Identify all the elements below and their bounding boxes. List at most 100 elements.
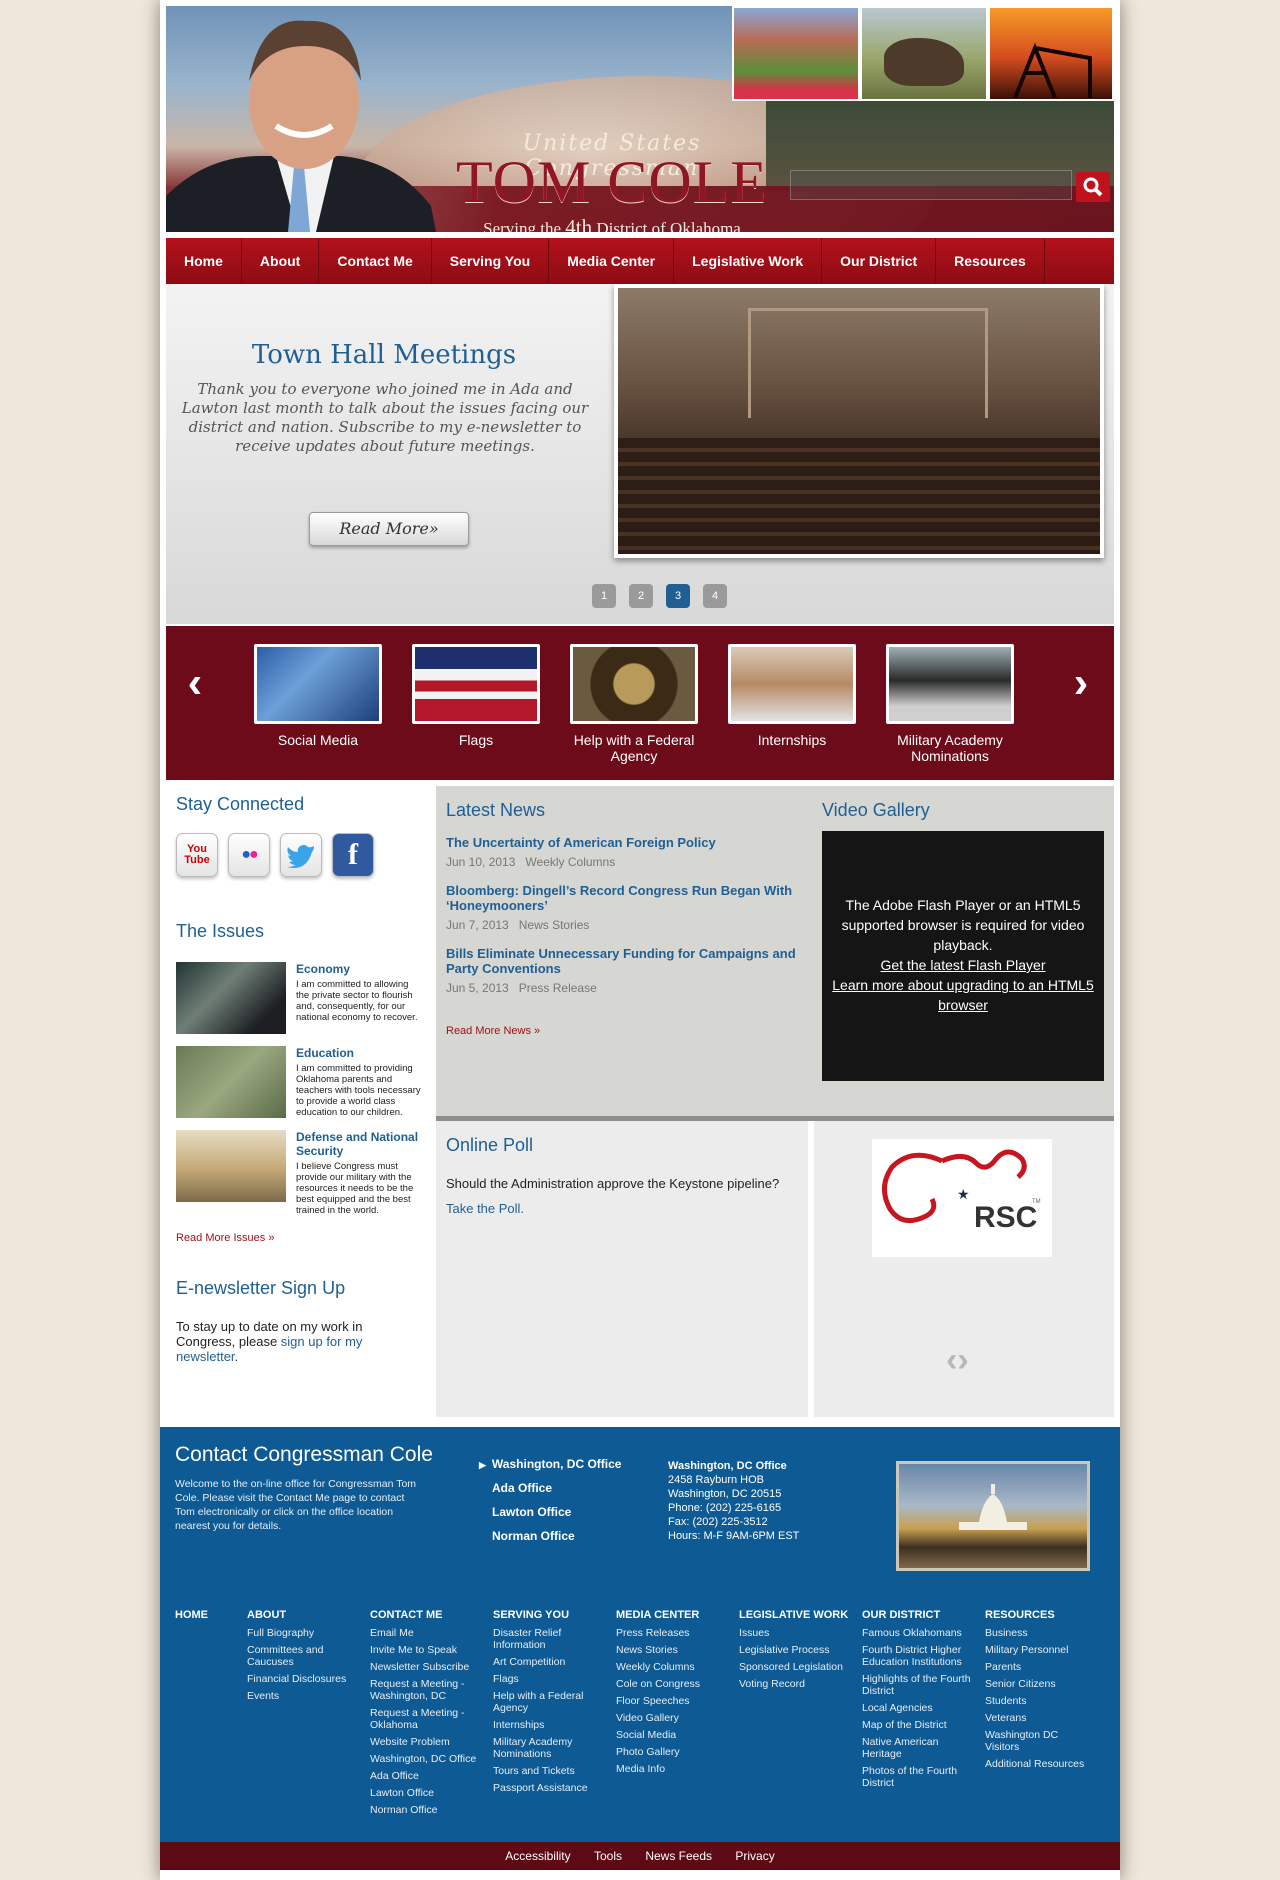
footer-link[interactable]: Passport Assistance xyxy=(493,1782,606,1794)
footer-link[interactable]: Military Personnel xyxy=(985,1644,1095,1656)
footer-link[interactable]: Tours and Tickets xyxy=(493,1765,606,1777)
nav-legislative-work[interactable]: Legislative Work xyxy=(674,238,823,284)
youtube-icon[interactable]: You Tube xyxy=(176,833,218,877)
slider-dot[interactable]: 4 xyxy=(703,584,727,608)
footer-link[interactable]: Students xyxy=(985,1695,1095,1707)
video-player[interactable]: The Adobe Flash Player or an HTML5 suppo… xyxy=(822,831,1104,1081)
carousel-item-flags[interactable]: Flags xyxy=(412,644,540,748)
footer-link[interactable]: Press Releases xyxy=(616,1627,729,1639)
issue-economy[interactable]: Economy I am committed to allowing the p… xyxy=(176,962,422,1034)
search-input[interactable] xyxy=(790,170,1072,200)
flickr-icon[interactable]: ● ● xyxy=(228,833,270,877)
nav-home[interactable]: Home xyxy=(166,238,242,284)
read-more-news-link[interactable]: Read More News » xyxy=(446,1025,540,1037)
carousel-item-federal-agency[interactable]: Help with a Federal Agency xyxy=(570,644,698,764)
nav-media-center[interactable]: Media Center xyxy=(549,238,675,284)
facebook-icon[interactable]: f xyxy=(332,833,374,877)
footer-link[interactable]: Washington, DC Office xyxy=(370,1753,483,1765)
privacy-link[interactable]: Privacy xyxy=(735,1849,774,1863)
footer-link[interactable]: Website Problem xyxy=(370,1736,483,1748)
nav-contact-me[interactable]: Contact Me xyxy=(319,238,432,284)
footer-link[interactable]: Military Academy Nominations xyxy=(493,1736,606,1760)
carousel-prev-icon[interactable]: ‹ xyxy=(180,658,210,708)
footer-col-head[interactable]: MEDIA CENTER xyxy=(616,1609,729,1621)
footer-link[interactable]: Weekly Columns xyxy=(616,1661,729,1673)
footer-col-head[interactable]: SERVING YOU xyxy=(493,1609,606,1621)
search-button[interactable] xyxy=(1076,172,1110,202)
footer-link[interactable]: Disaster Relief Information xyxy=(493,1627,606,1651)
footer-link[interactable]: Social Media xyxy=(616,1729,729,1741)
footer-link[interactable]: Lawton Office xyxy=(370,1787,483,1799)
footer-link[interactable]: Help with a Federal Agency xyxy=(493,1690,606,1714)
nav-resources[interactable]: Resources xyxy=(936,238,1045,284)
footer-link[interactable]: Parents xyxy=(985,1661,1095,1673)
carousel-item-internships[interactable]: Internships xyxy=(728,644,856,748)
footer-link[interactable]: Additional Resources xyxy=(985,1758,1095,1770)
issue-education[interactable]: Education I am committed to providing Ok… xyxy=(176,1046,422,1118)
flash-player-link[interactable]: Get the latest Flash Player xyxy=(828,955,1098,975)
office-ada[interactable]: Ada Office xyxy=(492,1481,621,1495)
footer-link[interactable]: Legislative Process xyxy=(739,1644,852,1656)
footer-link[interactable]: Sponsored Legislation xyxy=(739,1661,852,1673)
news-headline[interactable]: Bloomberg: Dingell’s Record Congress Run… xyxy=(446,883,806,913)
issue-title[interactable]: Defense and National Security xyxy=(296,1130,422,1158)
rsc-prev-icon[interactable]: ‹ xyxy=(946,1341,957,1379)
footer-link[interactable]: Photo Gallery xyxy=(616,1746,729,1758)
footer-link[interactable]: Request a Meeting - Oklahoma xyxy=(370,1707,483,1731)
footer-link[interactable]: Events xyxy=(247,1690,360,1702)
issue-defense[interactable]: Defense and National Security I believe … xyxy=(176,1130,422,1216)
footer-col-head[interactable]: ABOUT xyxy=(247,1609,360,1621)
footer-link[interactable]: Issues xyxy=(739,1627,852,1639)
footer-col-head[interactable]: RESOURCES xyxy=(985,1609,1095,1621)
slider-dot-active[interactable]: 3 xyxy=(666,584,690,608)
office-norman[interactable]: Norman Office xyxy=(492,1529,621,1543)
news-headline[interactable]: The Uncertainty of American Foreign Poli… xyxy=(446,835,806,850)
issue-title[interactable]: Education xyxy=(296,1046,422,1060)
footer-link[interactable]: Highlights of the Fourth District xyxy=(862,1673,975,1697)
carousel-item-social-media[interactable]: Social Media xyxy=(254,644,382,748)
footer-link[interactable]: Norman Office xyxy=(370,1804,483,1816)
footer-link[interactable]: Email Me xyxy=(370,1627,483,1639)
footer-link[interactable]: Video Gallery xyxy=(616,1712,729,1724)
footer-link[interactable]: Famous Oklahomans xyxy=(862,1627,975,1639)
footer-link[interactable]: Request a Meeting - Washington, DC xyxy=(370,1678,483,1702)
footer-link[interactable]: Map of the District xyxy=(862,1719,975,1731)
rsc-next-icon[interactable]: › xyxy=(957,1341,968,1379)
accessibility-link[interactable]: Accessibility xyxy=(505,1849,570,1863)
footer-link[interactable]: Local Agencies xyxy=(862,1702,975,1714)
footer-link[interactable]: Fourth District Higher Education Institu… xyxy=(862,1644,975,1668)
footer-link[interactable]: Internships xyxy=(493,1719,606,1731)
footer-link[interactable]: Ada Office xyxy=(370,1770,483,1782)
footer-link[interactable]: Veterans xyxy=(985,1712,1095,1724)
footer-link[interactable]: Cole on Congress xyxy=(616,1678,729,1690)
office-washington[interactable]: ▶ Washington, DC Office xyxy=(479,1457,621,1471)
footer-link[interactable]: Committees and Caucuses xyxy=(247,1644,360,1668)
footer-link[interactable]: Full Biography xyxy=(247,1627,360,1639)
footer-link[interactable]: Newsletter Subscribe xyxy=(370,1661,483,1673)
html5-browser-link[interactable]: Learn more about upgrading to an HTML5 b… xyxy=(828,975,1098,1015)
footer-link[interactable]: Photos of the Fourth District xyxy=(862,1765,975,1789)
footer-link[interactable]: Native American Heritage xyxy=(862,1736,975,1760)
nav-about[interactable]: About xyxy=(242,238,320,284)
footer-link[interactable]: Art Competition xyxy=(493,1656,606,1668)
footer-col-head[interactable]: OUR DISTRICT xyxy=(862,1609,975,1621)
footer-link[interactable]: Invite Me to Speak xyxy=(370,1644,483,1656)
footer-link[interactable]: Washington DC Visitors xyxy=(985,1729,1095,1753)
carousel-next-icon[interactable]: › xyxy=(1066,658,1096,708)
issue-title[interactable]: Economy xyxy=(296,962,422,976)
footer-link[interactable]: News Stories xyxy=(616,1644,729,1656)
read-more-button[interactable]: Read More» xyxy=(309,512,469,546)
footer-col-head[interactable]: LEGISLATIVE WORK xyxy=(739,1609,852,1621)
news-feeds-link[interactable]: News Feeds xyxy=(645,1849,712,1863)
footer-link[interactable]: Business xyxy=(985,1627,1095,1639)
read-more-issues-link[interactable]: Read More Issues » xyxy=(176,1232,274,1244)
take-poll-link[interactable]: Take the Poll. xyxy=(446,1201,798,1216)
slider-dot[interactable]: 1 xyxy=(592,584,616,608)
rsc-logo[interactable]: RSC ★ TM xyxy=(872,1139,1052,1257)
footer-col-head[interactable]: HOME xyxy=(175,1609,247,1621)
footer-link[interactable]: Senior Citizens xyxy=(985,1678,1095,1690)
footer-link[interactable]: Flags xyxy=(493,1673,606,1685)
carousel-item-military-academy[interactable]: Military Academy Nominations xyxy=(886,644,1014,764)
footer-link[interactable]: Media Info xyxy=(616,1763,729,1775)
footer-link[interactable]: Floor Speeches xyxy=(616,1695,729,1707)
